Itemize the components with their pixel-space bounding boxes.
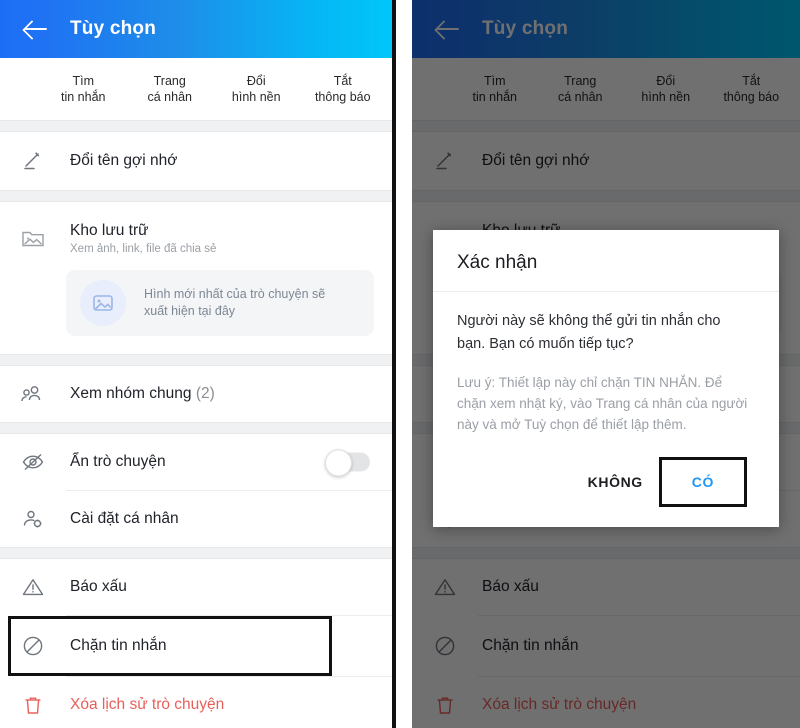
dialog-no-button[interactable]: KHÔNG [574,464,657,500]
archive-empty-placeholder: Hình mới nhất của trò chuyện sẽ xuất hiệ… [66,270,374,336]
section-spacer [0,422,392,434]
trash-icon [18,690,48,720]
dialog-title: Xác nhận [433,230,779,292]
menu-item-archive-label: Kho lưu trữ [70,221,149,239]
dialog-message-line1: Người này sẽ không thể gửi tin nhắn cho [457,313,721,329]
options-screen-left: Tùy chọn Tìm tin nhắn Trang cá nhân Đổi … [0,0,392,728]
confirm-dialog: Xác nhận Người này sẽ không thể gửi tin … [433,230,779,527]
tab-find-message-line1: Tìm [72,74,95,88]
section-spacer [0,354,392,366]
dialog-actions: KHÔNG CÓ [457,443,755,523]
archive-placeholder-line2: xuất hiện tại đây [144,304,236,318]
folder-image-icon [18,223,48,253]
archive-placeholder-line1: Hình mới nhất của trò chuyện sẽ [144,287,326,301]
tab-change-wallpaper-line2: hình nền [231,90,281,104]
tab-profile-line1: Trang [153,74,186,88]
dialog-yes-button[interactable]: CÓ [692,474,714,490]
options-screen-right: Tùy chọn Tìm tin nhắn Trang cá nhân Đổi … [412,0,800,728]
menu-item-archive[interactable]: Kho lưu trữ Xem ảnh, link, file đã chia … [0,202,392,264]
screenshot-stage: Tùy chọn Tìm tin nhắn Trang cá nhân Đổi … [0,0,800,728]
image-icon [80,280,126,326]
dialog-note: Lưu ý: Thiết lập này chỉ chặn TIN NHẮN. … [457,375,748,432]
app-bar: Tùy chọn [0,0,392,58]
tab-mute-notification-line1: Tắt [333,74,352,88]
toggle-knob [325,449,352,477]
archive-placeholder-text: Hình mới nhất của trò chuyện sẽ xuất hiệ… [144,286,325,320]
dialog-message: Người này sẽ không thể gửi tin nhắn cho … [457,310,755,356]
pencil-icon [18,146,48,176]
quick-action-tabs: Tìm tin nhắn Trang cá nhân Đổi hình nền … [0,58,392,120]
section-groups: Xem nhóm chung (2) [0,366,392,422]
section-spacer [0,190,392,202]
eye-off-icon [18,447,48,477]
menu-item-delete-history[interactable]: Xóa lịch sử trò chuyện [0,677,392,728]
menu-item-rename[interactable]: Đổi tên gợi nhớ [0,132,392,190]
tab-mute-notification[interactable]: Tắt thông báo [300,73,387,105]
menu-item-common-groups-count: (2) [195,385,215,402]
menu-item-common-groups-text: Xem nhóm chung [70,385,192,402]
hide-chat-toggle[interactable] [325,449,370,477]
user-gear-icon [18,504,48,534]
section-spacer [0,120,392,132]
menu-item-block-message[interactable]: Chặn tin nhắn [0,616,392,676]
menu-item-report-label: Báo xấu [70,578,127,595]
menu-item-archive-subtitle: Xem ảnh, link, file đã chia sẻ [70,242,217,255]
phone-screen-after: Tùy chọn Tìm tin nhắn Trang cá nhân Đổi … [412,0,800,728]
menu-item-block-message-label: Chặn tin nhắn [70,637,167,654]
section-privacy: Ẩn trò chuyện Cài đặ [0,434,392,547]
menu-item-common-groups-label: Xem nhóm chung (2) [70,385,215,403]
menu-item-hide-chat[interactable]: Ẩn trò chuyện [0,434,392,490]
tab-change-wallpaper-line1: Đổi [246,74,266,88]
arrow-left-icon[interactable] [22,15,50,43]
section-rename: Đổi tên gợi nhớ [0,132,392,190]
warning-triangle-icon [18,572,48,602]
tab-profile-line2: cá nhân [147,90,192,104]
tab-profile[interactable]: Trang cá nhân [127,73,214,105]
dialog-yes-button-highlight: CÓ [658,457,747,507]
tab-find-message-line2: tin nhắn [61,90,106,104]
menu-item-report[interactable]: Báo xấu [0,559,392,615]
menu-item-rename-label: Đổi tên gợi nhớ [70,152,178,169]
page-title: Tùy chọn [70,18,157,39]
section-safety: Báo xấu Chặn tin nhắn [0,559,392,728]
dialog-body: Người này sẽ không thể gửi tin nhắn cho … [433,292,779,527]
tab-mute-notification-line2: thông báo [314,90,371,104]
menu-item-personal-settings-label: Cài đặt cá nhân [70,510,179,527]
people-icon [18,379,48,409]
tab-change-wallpaper[interactable]: Đổi hình nền [213,73,300,105]
section-spacer [0,547,392,559]
dialog-message-line2: bạn. Bạn có muốn tiếp tục? [457,336,634,352]
menu-item-personal-settings[interactable]: Cài đặt cá nhân [0,491,392,547]
menu-item-hide-chat-label: Ẩn trò chuyện [70,453,166,470]
block-message-highlight-box [8,616,332,676]
phone-screen-before: Tùy chọn Tìm tin nhắn Trang cá nhân Đổi … [0,0,396,728]
block-circle-icon [18,631,48,661]
menu-item-delete-history-label: Xóa lịch sử trò chuyện [70,696,225,713]
menu-item-common-groups[interactable]: Xem nhóm chung (2) [0,366,392,422]
section-archive: Kho lưu trữ Xem ảnh, link, file đã chia … [0,202,392,336]
tab-find-message[interactable]: Tìm tin nhắn [40,73,127,105]
